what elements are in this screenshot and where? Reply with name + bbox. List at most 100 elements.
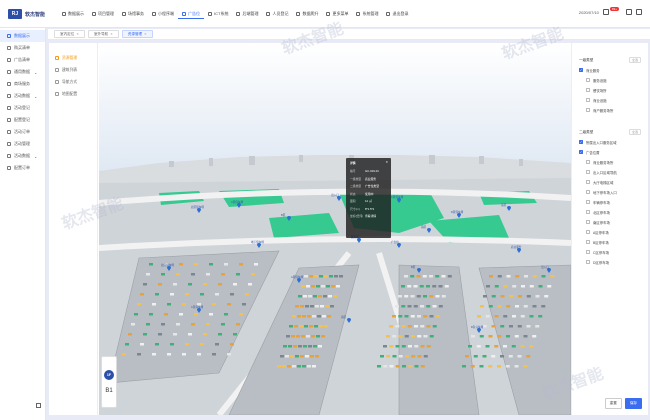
sidebar-item[interactable]: 数据展示 — [0, 30, 45, 42]
sidebar-item[interactable]: 通用数据 ⌄ — [0, 66, 45, 78]
checkbox[interactable] — [586, 190, 590, 194]
nav-item[interactable]: 数据展示 — [58, 9, 88, 19]
parking-car — [182, 353, 186, 356]
submenu-item[interactable]: 地图配置 — [49, 88, 97, 100]
close-icon[interactable]: ✕ — [110, 32, 113, 36]
parking-car — [410, 295, 415, 298]
sidebar-item[interactable]: 活动数据 ⌄ — [0, 90, 45, 102]
3d-map[interactable]: 北区停车场A区停车场B区出入口C区停车场南区D区停车场东区地下停车场服务区广告位… — [99, 43, 571, 415]
nav-item[interactable]: 退出登录 — [382, 9, 412, 19]
close-icon[interactable]: ✕ — [385, 160, 388, 164]
nav-item[interactable]: 小程序端 — [148, 9, 178, 19]
filter-option[interactable]: B区停车场 — [579, 237, 641, 247]
parking-car — [438, 305, 443, 308]
sidebar-item[interactable]: 活动数据 ⌄ — [0, 150, 45, 162]
filter-option[interactable]: 服务设施 — [579, 75, 641, 85]
filter-option[interactable]: 北区停车场 — [579, 207, 641, 217]
checkbox[interactable] — [586, 240, 590, 244]
sidebar-item[interactable]: 活动管理 — [0, 138, 45, 150]
checkbox[interactable] — [586, 250, 590, 254]
nav-item[interactable]: 项目管理 — [88, 9, 118, 19]
parking-car — [125, 343, 129, 346]
parking-car — [395, 345, 400, 348]
sidebar-item[interactable]: 购买清单 — [0, 42, 45, 54]
sidebar-item[interactable]: 商场服务 — [0, 78, 45, 90]
map-view[interactable]: 北区停车场A区停车场B区出入口C区停车场南区D区停车场东区地下停车场服务区广告位… — [99, 43, 571, 415]
filter-option[interactable]: 商户服务场所 — [579, 105, 641, 115]
floor-switcher: 1F B1 — [101, 356, 117, 408]
filter-option-label: 出入口区域导航 — [593, 170, 617, 175]
checkbox[interactable] — [586, 200, 590, 204]
filter-option[interactable]: 地下停车场入口 — [579, 187, 641, 197]
checkbox[interactable] — [586, 170, 590, 174]
popup-row: 状态 使用中 — [350, 192, 387, 196]
parking-car — [473, 355, 478, 358]
filter-option[interactable]: 餐饮场所 — [579, 85, 641, 95]
checkbox[interactable]: ✓ — [579, 68, 583, 72]
filter-option[interactable]: D区停车场 — [579, 257, 641, 267]
floor-b1-button[interactable]: B1 — [105, 388, 112, 394]
group2-select-all[interactable]: 全选 — [628, 129, 641, 135]
nav-item[interactable]: ICT系统 — [204, 9, 232, 19]
parking-car — [422, 275, 427, 278]
submenu-item[interactable]: 资源管理 — [49, 52, 97, 64]
settings-icon[interactable] — [636, 9, 642, 15]
nav-item[interactable]: 数据爬升 — [292, 9, 322, 19]
group1-select-all[interactable]: 全选 — [628, 57, 641, 63]
reset-button[interactable]: 重置 — [604, 398, 622, 409]
map-label: 东区 — [501, 203, 507, 207]
parking-car — [410, 315, 415, 318]
checkbox[interactable] — [586, 180, 590, 184]
checkbox[interactable] — [586, 230, 590, 234]
tab[interactable]: 室内定位 ✕ — [54, 30, 85, 38]
sidebar-item-label: 配置订单 — [14, 165, 30, 170]
sidebar-item[interactable]: 广告清单 — [0, 54, 45, 66]
nav-item[interactable]: 后端管理 — [232, 9, 262, 19]
list-icon — [92, 12, 96, 16]
filter-option[interactable]: A区停车场 — [579, 227, 641, 237]
nav-item[interactable]: 更多菜单 — [322, 9, 352, 19]
filter-option[interactable]: 商业服务场所 — [579, 157, 641, 167]
checkbox[interactable] — [586, 260, 590, 264]
sidebar-item[interactable]: 活动订单 — [0, 126, 45, 138]
close-icon[interactable]: ✕ — [144, 32, 147, 36]
tab[interactable]: 资源管理 ✕ — [121, 30, 153, 38]
user-icon[interactable] — [626, 9, 632, 15]
filter-option[interactable]: 商业设施 — [579, 95, 641, 105]
tab[interactable]: 室外导航 ✕ — [87, 30, 119, 38]
filter-option[interactable]: C区停车场 — [579, 247, 641, 257]
filter-option[interactable]: 出入口区域导航 — [579, 167, 641, 177]
close-icon[interactable]: ✕ — [76, 32, 79, 36]
filter-option[interactable]: 大厅电梯区域 — [579, 177, 641, 187]
filter-option[interactable]: ✓ 所属出入口服务区域 — [579, 137, 641, 147]
submenu-item[interactable]: 建筑列表 — [49, 64, 97, 76]
sidebar-item[interactable]: 配置订单 — [0, 162, 45, 174]
submenu-item[interactable]: 导航方式 — [49, 76, 97, 88]
sidebar-item[interactable]: 活动登记 — [0, 102, 45, 114]
save-button[interactable]: 保存 — [624, 398, 642, 409]
checkbox[interactable] — [586, 160, 590, 164]
nav-item[interactable]: 人员登记 — [262, 9, 292, 19]
checkbox[interactable]: ✓ — [579, 140, 583, 144]
checkbox[interactable] — [586, 108, 590, 112]
checkbox[interactable] — [586, 210, 590, 214]
bell-icon[interactable] — [602, 9, 609, 15]
checkbox[interactable] — [586, 220, 590, 224]
checkbox[interactable] — [586, 78, 590, 82]
filter-option[interactable]: 车辆停车场 — [579, 197, 641, 207]
parking-car — [416, 295, 421, 298]
floor-1f-button[interactable]: 1F — [104, 370, 114, 380]
filter-option[interactable]: ✓ 商业服务 — [579, 65, 641, 75]
sidebar-item[interactable]: 配置登记 — [0, 114, 45, 126]
nav-item[interactable]: 系统管理 — [352, 9, 382, 19]
filter-option[interactable]: 南区停车场 — [579, 217, 641, 227]
checkbox[interactable]: ✓ — [579, 150, 583, 154]
nav-item[interactable]: 场馆事务 — [118, 9, 148, 19]
server-icon — [236, 12, 241, 16]
checkbox[interactable] — [586, 98, 590, 102]
collapse-icon[interactable] — [36, 403, 41, 408]
filter-option[interactable]: ✓ 广告位置 — [579, 147, 641, 157]
parking-car — [286, 335, 290, 338]
checkbox[interactable] — [586, 88, 590, 92]
nav-item[interactable]: 广告位 — [178, 9, 204, 19]
